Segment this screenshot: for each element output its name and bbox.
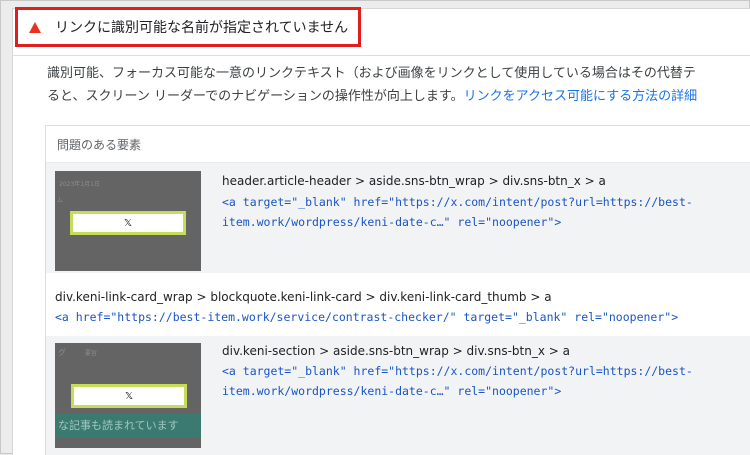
header-divider (12, 55, 750, 56)
audit-title: リンクに識別可能な名前が指定されていません (55, 20, 349, 36)
snippet-line-1: <a target="_blank" href="https://x.com/i… (222, 195, 693, 209)
table-row[interactable]: div.keni-link-card_wrap > blockquote.ken… (46, 273, 750, 328)
table-row[interactable]: 2023年1月1日 ム 𝕏 header.article-header > as… (46, 163, 750, 273)
snippet-line-1: <a href="https://best-item.work/service/… (55, 310, 679, 324)
thumbnail-ghost-text: グ (58, 348, 66, 357)
thumbnail-ghost-tag: 要旨 (85, 350, 98, 357)
snippet-line-1: <a target="_blank" href="https://x.com/i… (222, 364, 693, 378)
x-share-button-preview: 𝕏 (70, 211, 186, 235)
learn-more-link[interactable]: リンクをアクセス可能にする方法の詳細 (464, 89, 697, 104)
audit-description: 識別可能、フォーカス可能な一意のリンクテキスト（および画像をリンクとして使用して… (47, 62, 750, 108)
x-share-button-preview: 𝕏 (71, 384, 187, 408)
element-screenshot-thumbnail: グ 要旨 𝕏 な記事も読まれています (55, 343, 201, 448)
element-snippet: <a target="_blank" href="https://x.com/i… (222, 192, 693, 232)
element-screenshot-thumbnail: 2023年1月1日 ム 𝕏 (55, 171, 201, 271)
snippet-line-2: item.work/wordpress/keni-date-c…" rel="n… (222, 215, 562, 229)
failing-elements-table: 問題のある要素 2023年1月1日 ム 𝕏 header.article-hea… (45, 125, 750, 455)
warning-triangle-icon (29, 21, 41, 33)
element-selector: div.keni-link-card_wrap > blockquote.ken… (55, 290, 552, 304)
table-row[interactable]: グ 要旨 𝕏 な記事も読まれています div.keni-section > as… (46, 336, 750, 455)
element-snippet: <a href="https://best-item.work/service/… (55, 307, 678, 327)
description-line-2: ると、スクリーン リーダーでのナビゲーションの操作性が向上します。リンクをアクセ… (47, 85, 750, 108)
thumbnail-banner: な記事も読まれています (55, 413, 201, 437)
description-line-2-text: ると、スクリーン リーダーでのナビゲーションの操作性が向上します。 (47, 89, 464, 104)
element-snippet: <a target="_blank" href="https://x.com/i… (222, 361, 693, 401)
description-line-1: 識別可能、フォーカス可能な一意のリンクテキスト（および画像をリンクとして使用して… (47, 66, 696, 81)
x-logo-icon: 𝕏 (124, 390, 134, 402)
thumbnail-ghost-text: ム (57, 197, 64, 204)
audit-header[interactable]: リンクに識別可能な名前が指定されていません (15, 7, 361, 47)
thumbnail-ghost-date: 2023年1月1日 (59, 181, 100, 188)
element-selector: header.article-header > aside.sns-btn_wr… (222, 174, 606, 188)
snippet-line-2: item.work/wordpress/keni-date-c…" rel="n… (222, 384, 562, 398)
element-selector: div.keni-section > aside.sns-btn_wrap > … (222, 344, 570, 358)
table-header: 問題のある要素 (46, 126, 750, 163)
x-logo-icon: 𝕏 (123, 217, 133, 229)
